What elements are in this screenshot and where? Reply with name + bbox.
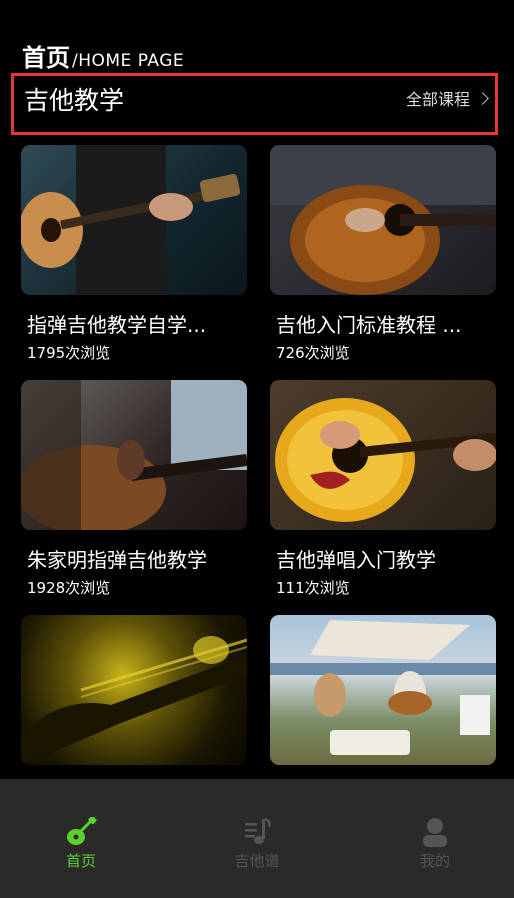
tab-guitar-sheets-label: 吉他谱 [234, 852, 280, 870]
tab-home[interactable]: 首页 [21, 779, 141, 898]
course-title: 朱家明指弹吉他教学 [27, 548, 207, 572]
tab-guitar-sheets[interactable]: 吉他谱 [197, 779, 317, 898]
course-card[interactable] [21, 615, 247, 765]
course-thumbnail [21, 380, 247, 530]
course-thumbnail [21, 145, 247, 295]
course-thumbnail [21, 615, 247, 765]
course-card[interactable] [270, 615, 496, 765]
tab-profile-label: 我的 [419, 852, 450, 870]
course-views: 726次浏览 [276, 344, 350, 362]
course-card[interactable]: 吉他入门标准教程 ... 726次浏览 [270, 145, 496, 362]
page-title: 首页 /HOME PAGE [22, 38, 185, 72]
all-courses-link[interactable]: 全部课程 [405, 86, 489, 110]
course-title: 指弹吉他教学自学... [27, 313, 207, 337]
course-card[interactable]: 朱家明指弹吉他教学 1928次浏览 [21, 380, 247, 597]
course-card[interactable]: 指弹吉他教学自学... 1795次浏览 [21, 145, 247, 362]
page-title-sub: /HOME PAGE [72, 51, 185, 71]
chevron-right-icon [476, 91, 489, 105]
course-views: 111次浏览 [276, 579, 350, 597]
course-thumbnail [270, 380, 496, 530]
course-views: 1928次浏览 [27, 579, 111, 597]
page-title-main: 首页 [22, 44, 70, 72]
course-card[interactable]: 吉他弹唱入门教学 111次浏览 [270, 380, 496, 597]
guitar-icon [64, 816, 98, 848]
course-views: 1795次浏览 [27, 344, 111, 362]
section-header: 吉他教学 全部课程 [11, 73, 498, 135]
section-title: 吉他教学 [24, 86, 125, 115]
tab-profile[interactable]: 我的 [375, 779, 495, 898]
all-courses-label: 全部课程 [405, 90, 470, 109]
course-thumbnail [270, 615, 496, 765]
course-thumbnail [270, 145, 496, 295]
music-sheet-icon [240, 816, 274, 848]
user-icon [418, 816, 452, 848]
course-title: 吉他弹唱入门教学 [276, 548, 436, 572]
tab-home-label: 首页 [65, 852, 96, 870]
bottom-tab-bar: 首页 吉他谱 我的 [0, 779, 514, 898]
course-title: 吉他入门标准教程 ... [276, 313, 462, 337]
